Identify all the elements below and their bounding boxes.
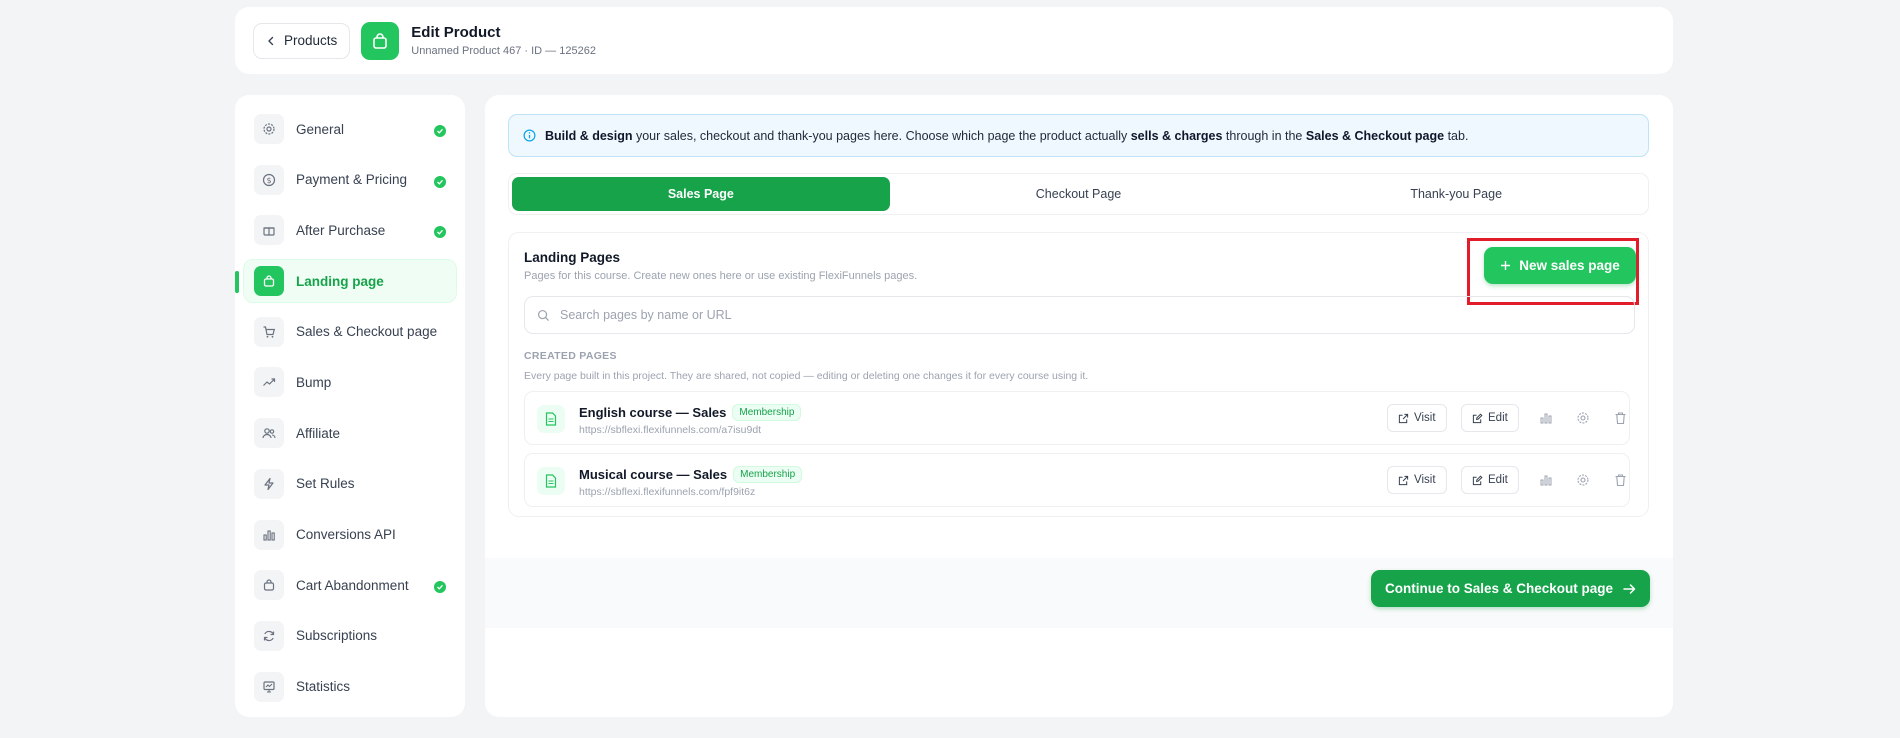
plus-icon [1501, 261, 1511, 270]
search-field[interactable] [524, 296, 1635, 334]
sidebar-item-label: Bump [296, 374, 332, 390]
bolt-icon [254, 468, 284, 499]
membership-badge: Membership [733, 466, 803, 483]
continue-label: Continue to Sales & Checkout page [1384, 581, 1614, 596]
sidebar-item-label: Payment & Pricing [296, 172, 408, 188]
stats-icon[interactable] [1537, 471, 1555, 489]
gear-icon [254, 114, 284, 144]
sidebar-item-conversions-api[interactable]: Conversions API [243, 513, 457, 557]
complete-check-icon [434, 125, 446, 137]
sidebar-item-cart-abandonment[interactable]: Cart Abandonment [243, 563, 457, 607]
bag-icon [254, 266, 284, 297]
refresh-icon [254, 620, 284, 651]
footer-bar: Continue to Sales & Checkout page [485, 558, 1673, 628]
sidebar-item-label: Subscriptions [296, 628, 378, 644]
trash-icon[interactable] [1611, 409, 1629, 427]
sidebar-item-label: Affiliate [296, 425, 341, 441]
search-icon [537, 309, 550, 321]
sidebar-item-label: Statistics [296, 679, 351, 695]
gift-icon [254, 215, 284, 246]
settings-gear-icon[interactable] [1574, 471, 1592, 489]
page-name: Musical course — Sales [579, 467, 728, 482]
page-name: English course — Sales [579, 405, 727, 420]
main-panel: Build & design your sales, checkout and … [485, 95, 1673, 717]
bag-icon [254, 570, 284, 601]
edit-icon [1472, 474, 1483, 485]
page-subtitle: Unnamed Product 467 · ID — 125262 [411, 45, 596, 57]
svg-text:$: $ [266, 176, 271, 185]
new-sales-page-label: New sales page [1519, 258, 1620, 273]
visit-button[interactable]: Visit [1387, 404, 1447, 432]
edit-button[interactable]: Edit [1461, 466, 1519, 494]
landing-pages-subtitle: Pages for this course. Create new ones h… [524, 270, 918, 282]
chevron-left-icon [268, 36, 274, 45]
external-link-icon [1398, 413, 1409, 423]
info-text: Build & design your sales, checkout and … [545, 128, 1469, 143]
users-icon [254, 418, 284, 449]
page-url: https://sbflexi.flexifunnels.com/a7isu9d… [579, 424, 762, 436]
page-url: https://sbflexi.flexifunnels.com/fpf9it6… [579, 486, 756, 498]
sidebar-item-label: Set Rules [296, 476, 355, 492]
presentation-icon [254, 671, 284, 702]
tab-thank-you-page[interactable]: Thank-you Page [1267, 177, 1645, 211]
new-sales-page-button[interactable]: New sales page [1484, 247, 1636, 284]
dollar-icon: $ [254, 164, 284, 195]
search-input[interactable] [560, 308, 1460, 322]
trend-icon [254, 367, 284, 398]
page-row: English course — Sales Membership https:/… [524, 391, 1630, 445]
page-row: Musical course — Sales Membership https:/… [524, 453, 1630, 507]
sidebar-item-payment-pricing[interactable]: $ Payment & Pricing [243, 158, 457, 202]
settings-gear-icon[interactable] [1574, 409, 1592, 427]
stats-icon[interactable] [1537, 409, 1555, 427]
document-icon [537, 405, 565, 433]
sidebar-item-sales-checkout[interactable]: Sales & Checkout page [243, 310, 457, 354]
sidebar-item-label: General [296, 121, 345, 137]
arrow-right-icon [1623, 583, 1636, 594]
back-to-products-button[interactable]: Products [253, 22, 351, 59]
created-pages-label: CREATED PAGES [524, 350, 617, 362]
document-icon [537, 467, 565, 495]
page-title: Edit Product [411, 24, 501, 41]
back-button-label: Products [284, 33, 338, 48]
bar-chart-icon [254, 519, 284, 550]
info-icon [523, 129, 536, 142]
product-bag-icon [361, 21, 400, 60]
edit-button[interactable]: Edit [1461, 404, 1519, 432]
external-link-icon [1398, 475, 1409, 485]
info-banner: Build & design your sales, checkout and … [508, 114, 1649, 157]
sidebar-item-statistics[interactable]: Statistics [243, 665, 457, 709]
membership-badge: Membership [732, 404, 802, 421]
sidebar-item-label: Sales & Checkout page [296, 324, 438, 340]
landing-pages-card: Landing Pages Pages for this course. Cre… [508, 232, 1649, 517]
landing-pages-title: Landing Pages [524, 250, 621, 265]
sidebar-item-landing-page[interactable]: Landing page [235, 259, 457, 304]
cart-icon [254, 316, 284, 347]
tab-checkout-page[interactable]: Checkout Page [890, 177, 1268, 211]
visit-button[interactable]: Visit [1387, 466, 1447, 494]
sidebar-item-label: After Purchase [296, 222, 386, 238]
created-pages-description: Every page built in this project. They a… [524, 370, 1089, 382]
sidebar-item-general[interactable]: General [243, 107, 457, 151]
tab-sales-page[interactable]: Sales Page [512, 177, 890, 211]
sidebar-item-affiliate[interactable]: Affiliate [243, 411, 457, 455]
sidebar-item-bump[interactable]: Bump [243, 360, 457, 404]
complete-check-icon [434, 226, 446, 239]
complete-check-icon [434, 175, 446, 188]
sidebar-item-label: Cart Abandonment [296, 577, 409, 593]
sidebar-item-set-rules[interactable]: Set Rules [243, 462, 457, 506]
sidebar: General $ Payment & Pricing After Purcha… [235, 95, 465, 717]
complete-check-icon [434, 581, 446, 594]
continue-button[interactable]: Continue to Sales & Checkout page [1371, 570, 1650, 607]
sidebar-item-subscriptions[interactable]: Subscriptions [243, 614, 457, 658]
page-tabs: Sales Page Checkout Page Thank-you Page [508, 173, 1649, 215]
header-bar: Products Edit Product Unnamed Product 46… [235, 7, 1673, 74]
sidebar-item-label: Conversions API [296, 527, 396, 542]
sidebar-item-label: Landing page [296, 273, 384, 289]
edit-icon [1472, 412, 1483, 423]
trash-icon[interactable] [1611, 471, 1629, 489]
sidebar-item-after-purchase[interactable]: After Purchase [243, 208, 457, 252]
